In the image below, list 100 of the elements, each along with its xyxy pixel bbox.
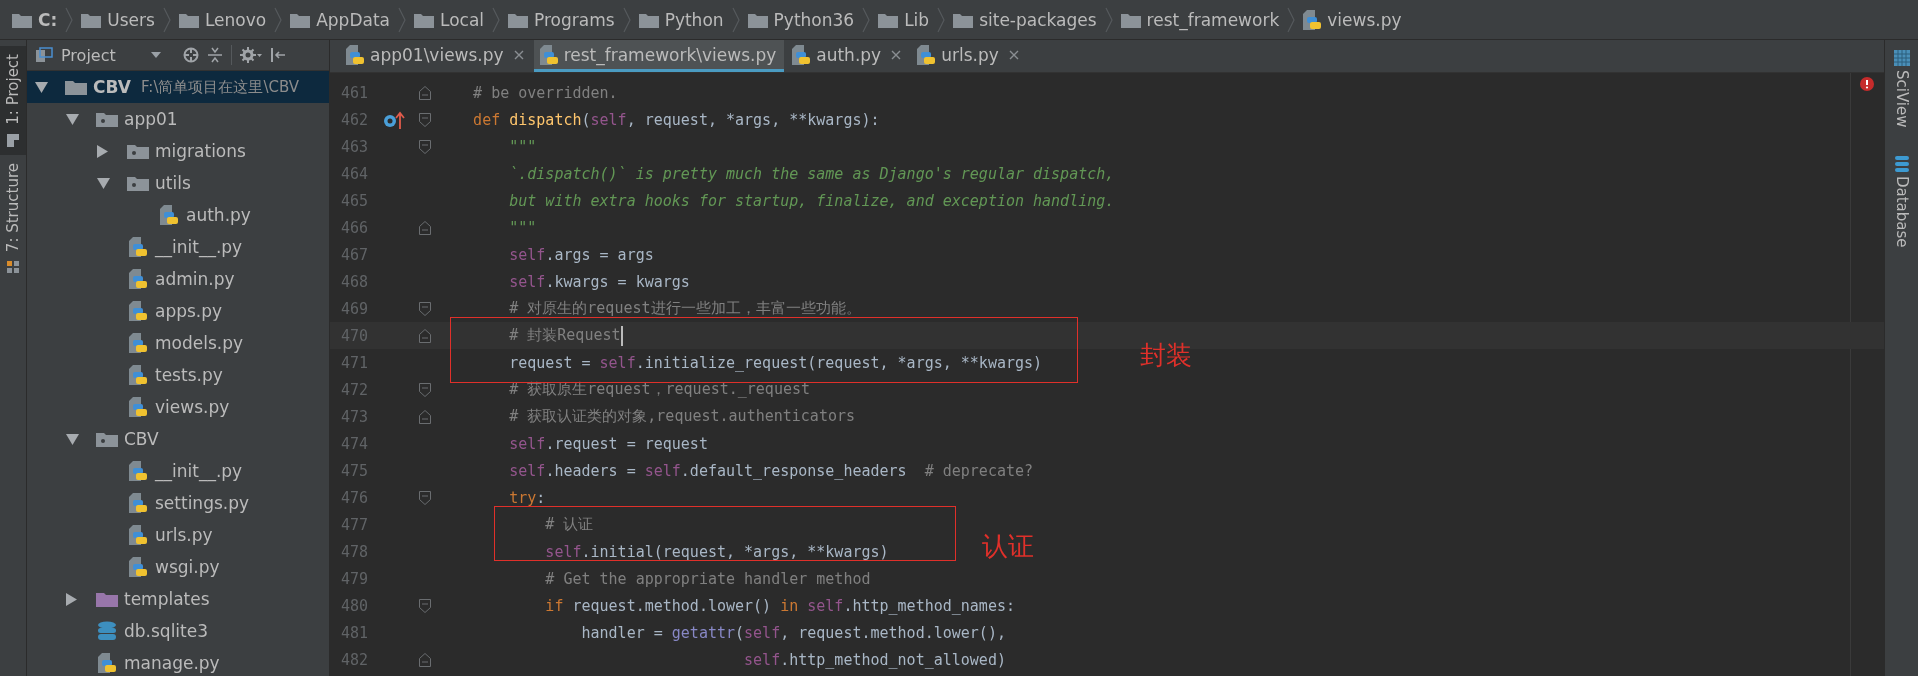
file-name: __init__.py bbox=[155, 237, 243, 257]
tree-row[interactable]: CBV bbox=[27, 423, 329, 455]
fold-marker-icon[interactable] bbox=[419, 220, 431, 235]
tree-row[interactable]: utils bbox=[27, 167, 329, 199]
caret-down-icon[interactable] bbox=[151, 52, 161, 58]
fold-marker-icon[interactable] bbox=[419, 490, 431, 505]
tree-row[interactable]: urls.py bbox=[27, 519, 329, 551]
tree-row[interactable]: auth.py bbox=[27, 199, 329, 231]
fold-marker-icon[interactable] bbox=[419, 139, 431, 154]
code-line: but with extra hooks for startup, finalize, and exception handling. bbox=[508, 191, 1115, 210]
file-name: apps.py bbox=[155, 301, 223, 321]
tree-row[interactable]: manage.py bbox=[27, 647, 329, 676]
breadcrumb-item[interactable]: Python36 bbox=[773, 9, 855, 30]
breadcrumb-item[interactable]: rest_framework bbox=[1146, 9, 1280, 30]
code-line: self.headers = self.default_response_headers # deprecate? bbox=[508, 461, 1034, 480]
python-file-icon bbox=[346, 44, 364, 65]
tree-row[interactable]: migrations bbox=[27, 135, 329, 167]
annotation-label: 封装 bbox=[1140, 339, 1192, 372]
file-name: models.py bbox=[155, 333, 244, 353]
tree-row[interactable]: settings.py bbox=[27, 487, 329, 519]
code-line: # 获取认证类的对象,request.authenticators bbox=[508, 407, 855, 426]
fold-marker-icon[interactable] bbox=[419, 85, 431, 100]
chevron-icon bbox=[1287, 6, 1296, 33]
caret-right-icon[interactable] bbox=[66, 592, 77, 606]
breadcrumb-item[interactable]: Local bbox=[440, 9, 485, 30]
breadcrumb-item[interactable]: Lib bbox=[904, 9, 930, 30]
tree-row[interactable]: templates bbox=[27, 583, 329, 615]
tree-row[interactable]: admin.py bbox=[27, 263, 329, 295]
python-file-icon bbox=[127, 461, 149, 481]
line-number: 461 bbox=[339, 83, 368, 102]
tool-window-tab[interactable]: 7: Structure bbox=[0, 154, 26, 282]
tree-row[interactable]: views.py bbox=[27, 391, 329, 423]
chevron-icon bbox=[862, 6, 871, 33]
caret-down-icon[interactable] bbox=[97, 177, 110, 189]
override-method-icon[interactable] bbox=[383, 110, 405, 129]
folder-name: templates bbox=[124, 589, 210, 609]
close-icon[interactable] bbox=[891, 49, 902, 60]
breadcrumb-item[interactable]: Users bbox=[107, 9, 155, 30]
code-line: self.initial(request, *args, **kwargs) bbox=[544, 542, 889, 561]
tree-row[interactable]: __init__.py bbox=[27, 455, 329, 487]
breadcrumb-item[interactable]: site-packages bbox=[979, 9, 1097, 30]
code-line: if request.method.lower() in self.http_method_names: bbox=[544, 596, 1015, 615]
database-icon bbox=[1893, 155, 1910, 172]
panel-title[interactable]: Project bbox=[61, 45, 143, 65]
tree-row[interactable]: __init__.py bbox=[27, 231, 329, 263]
fold-marker-icon[interactable] bbox=[419, 382, 431, 397]
caret-down-icon[interactable] bbox=[35, 81, 48, 93]
line-number: 476 bbox=[339, 488, 368, 507]
tree-row[interactable]: apps.py bbox=[27, 295, 329, 327]
folder-name: CBV bbox=[93, 77, 131, 97]
tree-row[interactable]: CBV F:\简单项目在这里\CBV bbox=[27, 71, 329, 103]
tree-row[interactable]: db.sqlite3 bbox=[27, 615, 329, 647]
line-number: 474 bbox=[339, 434, 368, 453]
tree-row[interactable]: app01 bbox=[27, 103, 329, 135]
settings-icon[interactable] bbox=[240, 47, 262, 63]
close-icon[interactable] bbox=[513, 49, 524, 60]
collapse-icon[interactable] bbox=[207, 47, 223, 63]
tree-row[interactable]: wsgi.py bbox=[27, 551, 329, 583]
target-icon[interactable] bbox=[183, 47, 199, 63]
code-line: try: bbox=[508, 488, 546, 507]
caret-right-icon[interactable] bbox=[97, 144, 108, 158]
fold-marker-icon[interactable] bbox=[419, 652, 431, 667]
editor-tab[interactable]: app01\views.py bbox=[340, 40, 532, 72]
file-name: auth.py bbox=[186, 205, 251, 225]
line-number: 479 bbox=[339, 569, 368, 588]
breadcrumb-item[interactable]: Python bbox=[664, 9, 724, 30]
tree-row[interactable]: models.py bbox=[27, 327, 329, 359]
package-folder-icon bbox=[127, 175, 149, 191]
error-icon[interactable] bbox=[1860, 77, 1874, 91]
tool-window-tab[interactable]: Database bbox=[1892, 155, 1911, 248]
fold-marker-icon[interactable] bbox=[419, 328, 431, 343]
fold-marker-icon[interactable] bbox=[419, 598, 431, 613]
fold-marker-icon[interactable] bbox=[419, 301, 431, 316]
code-line: request = self.initialize_request(request, *args, **kwargs) bbox=[508, 353, 1043, 372]
editor-tab[interactable]: rest_framework\views.py bbox=[533, 40, 785, 72]
breadcrumb-item[interactable]: C: bbox=[38, 9, 58, 30]
tool-window-tab[interactable]: SciView bbox=[1892, 50, 1911, 128]
caret-down-icon[interactable] bbox=[66, 113, 79, 125]
file-name: tests.py bbox=[155, 365, 223, 385]
code-line: self.http_method_not_allowed) bbox=[743, 650, 1006, 669]
line-number: 481 bbox=[339, 623, 368, 642]
editor-tab[interactable]: urls.py bbox=[911, 40, 1027, 72]
fold-marker-icon[interactable] bbox=[419, 409, 431, 424]
hide-panel-icon[interactable] bbox=[270, 47, 286, 63]
caret-down-icon[interactable] bbox=[66, 433, 79, 445]
code-line: self.args = args bbox=[508, 245, 654, 264]
tool-window-tab[interactable]: 1: Project bbox=[0, 46, 26, 155]
breadcrumb-item[interactable]: Lenovo bbox=[204, 9, 267, 30]
close-icon[interactable] bbox=[1008, 49, 1019, 60]
chevron-icon bbox=[731, 6, 740, 33]
breadcrumb-item[interactable]: AppData bbox=[316, 9, 390, 30]
fold-marker-icon[interactable] bbox=[419, 112, 431, 127]
folder-name: utils bbox=[155, 173, 191, 193]
breadcrumb-item[interactable]: views.py bbox=[1327, 9, 1402, 30]
tree-row[interactable]: tests.py bbox=[27, 359, 329, 391]
editor-tab[interactable]: auth.py bbox=[786, 40, 910, 72]
folder-path: F:\简单项目在这里\CBV bbox=[140, 77, 300, 97]
line-number: 472 bbox=[339, 380, 368, 399]
breadcrumb-item[interactable]: Programs bbox=[534, 9, 615, 30]
chevron-icon bbox=[492, 6, 501, 33]
